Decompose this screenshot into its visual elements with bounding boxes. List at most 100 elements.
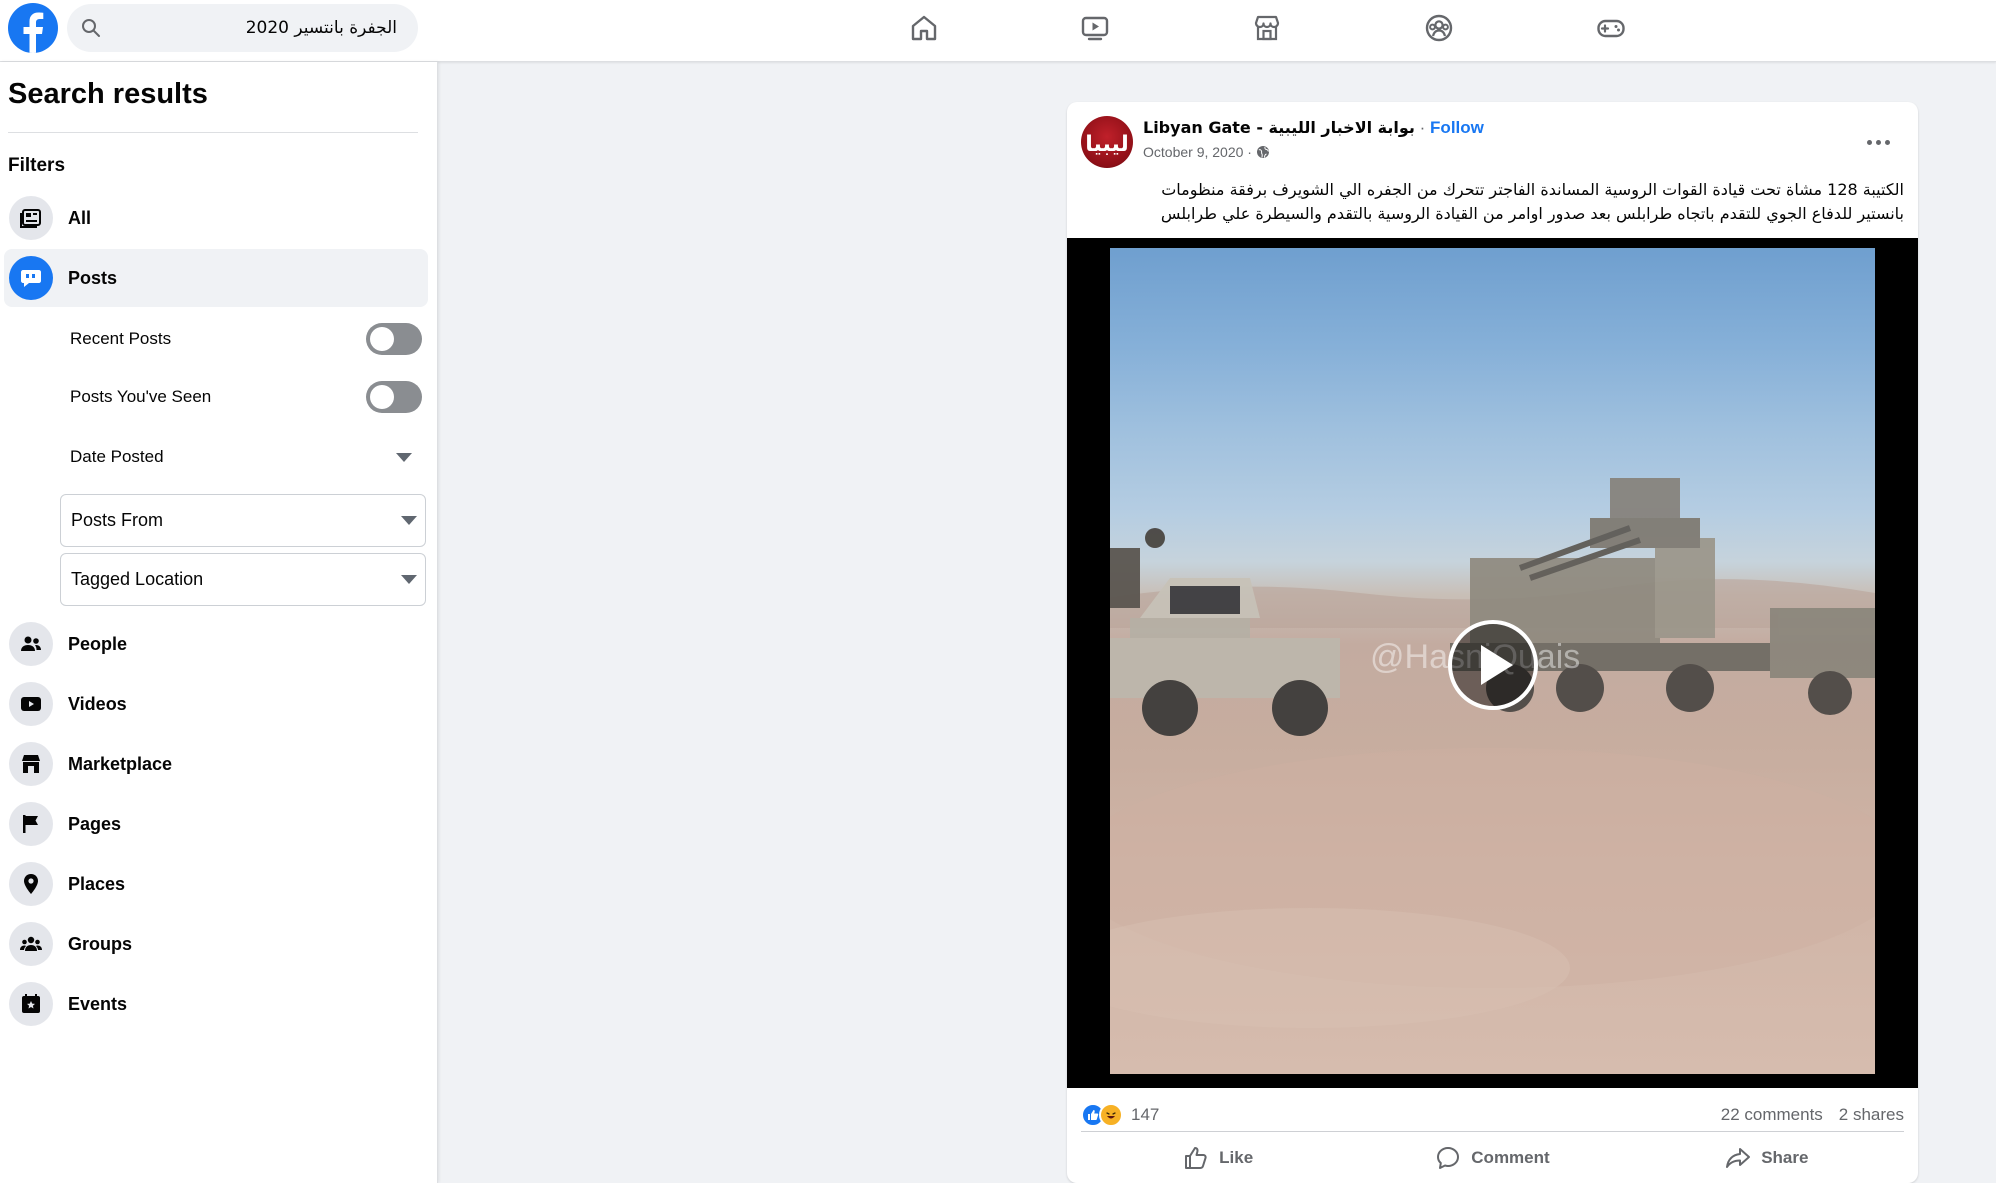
comment-button[interactable]: Comment xyxy=(1355,1138,1629,1178)
posts-from-label: Posts From xyxy=(71,510,164,530)
dot xyxy=(1866,139,1872,145)
tagged-location-label: Tagged Location xyxy=(71,569,204,589)
videos-icon xyxy=(9,682,53,726)
avatar[interactable]: ليبيا xyxy=(1081,116,1133,168)
nav-tab-watch[interactable] xyxy=(1055,6,1135,50)
date-posted-label: Date Posted xyxy=(70,447,164,466)
filter-item-posts[interactable]: Posts xyxy=(4,249,428,307)
page-title: Search results xyxy=(8,78,208,110)
engagement-counts: 22 comments 2 shares xyxy=(1721,1105,1904,1125)
divider xyxy=(8,132,418,133)
post-stats: 147 22 comments 2 shares xyxy=(1081,1100,1904,1130)
filter-item-all[interactable]: All xyxy=(4,189,428,247)
play-triangle xyxy=(1481,645,1513,685)
comment-label: Comment xyxy=(1471,1148,1550,1167)
post-date[interactable]: October 9, 2020 · xyxy=(1143,144,1252,160)
video-player[interactable]: @HasniQuais xyxy=(1067,238,1918,1088)
recent-posts-toggle[interactable] xyxy=(366,323,422,355)
follow-button[interactable]: Follow xyxy=(1430,118,1484,137)
post-text-line: الكتيبة 128 مشاة تحت قيادة القوات الروسي… xyxy=(1161,180,1904,199)
date-posted-dropdown[interactable]: Date Posted xyxy=(70,437,420,477)
filters-heading: Filters xyxy=(8,155,66,176)
search-filters-sidebar: Search results Filters All Posts Recent … xyxy=(0,62,438,1183)
thumbs-up-icon xyxy=(1185,1147,1207,1169)
post-text: الكتيبة 128 مشاة تحت قيادة القوات الروسي… xyxy=(1084,178,1904,226)
chevron-down-icon xyxy=(401,575,417,584)
share-label: Share xyxy=(1761,1148,1809,1167)
flag-icon xyxy=(9,802,53,846)
comments-count[interactable]: 22 comments xyxy=(1721,1105,1823,1125)
calendar-star-icon xyxy=(9,982,53,1026)
comment-icon xyxy=(1437,1147,1460,1169)
post-text-line: بانستير للدفاع الجوي للتقدم باتجاه طرابل… xyxy=(1160,204,1904,223)
chevron-down-icon xyxy=(396,452,412,462)
dot xyxy=(1884,139,1890,145)
posts-from-select[interactable]: Posts From xyxy=(60,494,426,547)
people-icon xyxy=(9,622,53,666)
posts-seen-filter: Posts You've Seen xyxy=(70,377,422,417)
facebook-f-glyph xyxy=(23,12,44,53)
marketplace-icon xyxy=(9,742,53,786)
avatar-logo-text: ليبيا xyxy=(1085,131,1129,157)
reaction-count: 147 xyxy=(1131,1105,1160,1124)
like-button[interactable]: Like xyxy=(1081,1138,1355,1178)
shares-count[interactable]: 2 shares xyxy=(1839,1105,1904,1125)
toggle-knob xyxy=(370,327,394,351)
filter-item-label: Places xyxy=(68,873,126,894)
post-actions: Like Comment Share xyxy=(1081,1136,1904,1180)
posts-seen-toggle[interactable] xyxy=(366,381,422,413)
pin-icon xyxy=(9,862,53,906)
divider xyxy=(1081,1131,1904,1132)
separator-dot: · xyxy=(1419,118,1426,137)
like-label: Like xyxy=(1219,1148,1254,1167)
groups-icon xyxy=(1425,14,1453,42)
chevron-down-icon xyxy=(401,516,417,525)
all-results-icon xyxy=(9,196,53,240)
groups-icon xyxy=(9,922,53,966)
nav-tab-home[interactable] xyxy=(884,6,964,50)
haha-reaction-icon xyxy=(1099,1103,1123,1127)
filter-item-label: Events xyxy=(68,993,128,1014)
reactions-summary[interactable]: 147 xyxy=(1081,1103,1159,1127)
filter-item-places[interactable]: Places xyxy=(4,855,428,913)
top-navigation-bar xyxy=(0,0,1996,62)
post-meta: October 9, 2020 · xyxy=(1143,144,1270,160)
nav-tab-gaming[interactable] xyxy=(1571,6,1651,50)
recent-posts-filter: Recent Posts xyxy=(70,319,422,359)
share-icon xyxy=(1726,1148,1751,1168)
play-icon[interactable] xyxy=(1448,620,1538,710)
nav-tab-groups[interactable] xyxy=(1399,6,1479,50)
filter-item-label: Marketplace xyxy=(68,753,173,774)
gaming-icon xyxy=(1597,19,1625,38)
search-icon xyxy=(82,19,100,37)
filter-item-people[interactable]: People xyxy=(4,615,428,673)
filter-item-events[interactable]: Events xyxy=(4,975,428,1033)
facebook-logo-icon[interactable] xyxy=(8,3,58,53)
filter-item-label: People xyxy=(68,633,128,654)
search-input[interactable] xyxy=(111,4,401,52)
posts-icon xyxy=(9,256,53,300)
filter-item-label: Videos xyxy=(68,693,127,714)
home-icon xyxy=(911,15,937,41)
author-name[interactable]: Libyan Gate - بوابة الاخبار الليبية xyxy=(1143,118,1415,137)
filter-item-videos[interactable]: Videos xyxy=(4,675,428,733)
filter-item-label: Posts xyxy=(68,267,118,288)
filter-item-marketplace[interactable]: Marketplace xyxy=(4,735,428,793)
video-thumbnail: @HasniQuais xyxy=(1110,248,1875,1074)
filter-item-label: Pages xyxy=(68,813,122,834)
filter-item-label: Groups xyxy=(68,933,133,954)
marketplace-icon xyxy=(1254,15,1280,41)
filter-item-groups[interactable]: Groups xyxy=(4,915,428,973)
toggle-knob xyxy=(370,385,394,409)
posts-seen-label: Posts You've Seen xyxy=(70,387,212,406)
tagged-location-select[interactable]: Tagged Location xyxy=(60,553,426,606)
dot xyxy=(1875,139,1881,145)
post-card: ليبيا Libyan Gate - بوابة الاخبار الليبي… xyxy=(1067,102,1918,1183)
search-box[interactable] xyxy=(67,4,418,52)
filter-item-pages[interactable]: Pages xyxy=(4,795,428,853)
video-icon xyxy=(1081,16,1109,41)
nav-tab-marketplace[interactable] xyxy=(1227,6,1307,50)
pickup-truck xyxy=(1110,528,1340,736)
share-button[interactable]: Share xyxy=(1630,1138,1904,1178)
more-options-button[interactable] xyxy=(1860,124,1896,160)
